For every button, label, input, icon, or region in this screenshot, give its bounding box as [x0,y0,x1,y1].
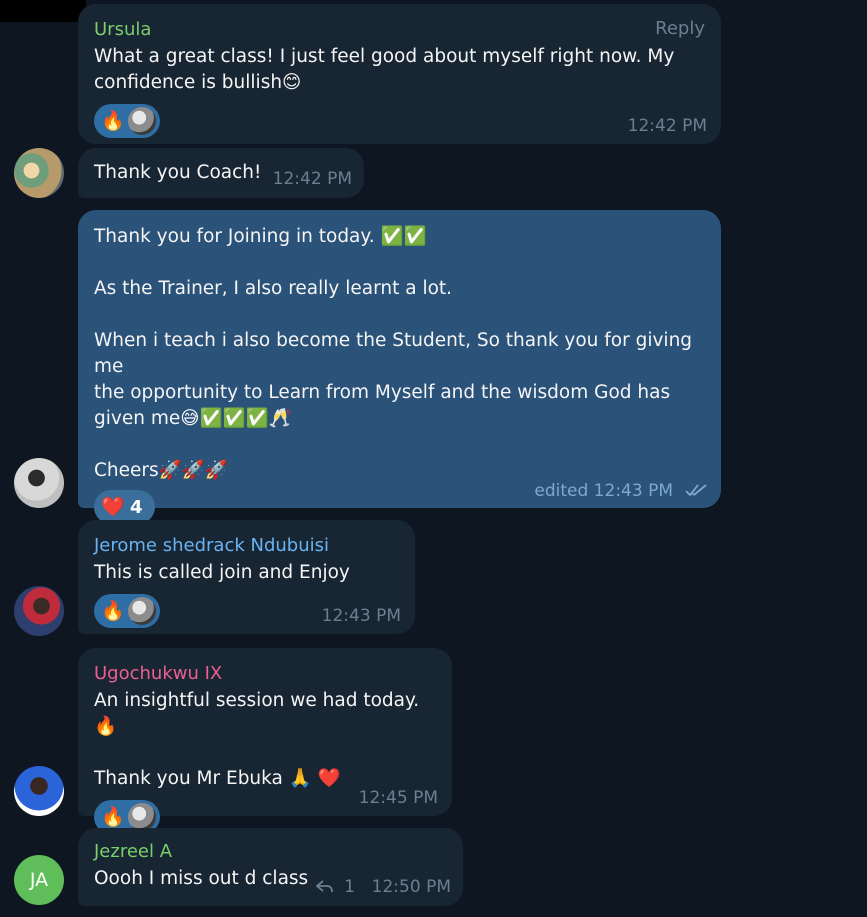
message-bubble[interactable]: Jerome shedrack Ndubuisi This is called … [78,520,415,634]
message-line: An insightful session we had today.🔥 [94,690,420,737]
fire-emoji-icon: 🔥 [101,110,125,132]
message-bubble[interactable]: Thank you Coach! 12:42 PM [78,148,364,198]
sender-name[interactable]: Ursula [94,18,705,42]
message-line: confidence is bullish😊 [94,72,302,93]
message-time: 12:45 PM [358,788,438,808]
message-line-blank [94,250,705,276]
sender-name[interactable]: Jerome shedrack Ndubuisi [94,534,399,558]
reply-arrow-icon [316,880,334,893]
message-line: given me😅✅✅✅🥂 [94,408,292,429]
reaction-fire[interactable]: 🔥 [94,594,160,628]
sender-name[interactable]: Jezreel A [94,840,447,864]
fire-emoji-icon: 🔥 [101,600,125,622]
reply-count: 1 [344,877,355,897]
reactor-avatar [128,107,156,135]
avatar[interactable] [14,148,64,198]
message-line-blank [94,302,705,328]
top-overlay [0,0,86,22]
avatar[interactable] [14,766,64,816]
avatar[interactable] [14,586,64,636]
sender-name[interactable]: Ugochukwu IX [94,662,436,686]
message-bubble[interactable]: Jezreel A Oooh I miss out d class 1 12:5… [78,828,463,906]
reaction-count: 4 [130,496,143,518]
message-line-blank [94,432,705,458]
reactor-avatar [128,597,156,625]
reaction-fire[interactable]: 🔥 [94,104,160,138]
avatar-initials-text: JA [29,869,49,891]
message-time: 12:50 PM [371,877,451,897]
message-text: This is called join and Enjoy [94,562,350,583]
replies-indicator[interactable]: 1 [316,877,355,897]
reactor-avatar [128,803,156,831]
message-line: Thank you for Joining in today. ✅✅ [94,226,427,247]
message-line-blank [94,740,436,766]
message-text: Thank you for Joining in today. ✅✅ As th… [94,224,705,484]
message-text: An insightful session we had today.🔥 Tha… [94,688,436,792]
message-line: the opportunity to Learn from Myself and… [94,382,671,403]
message-line: What a great class! I just feel good abo… [94,46,675,67]
avatar-initials[interactable]: JA [14,855,64,905]
message-time: 12:42 PM [272,169,352,189]
double-check-icon [685,484,707,497]
message-bubble[interactable]: Ugochukwu IX An insightful session we ha… [78,648,452,834]
message-line: As the Trainer, I also really learnt a l… [94,278,453,299]
message-time: edited 12:43 PM [534,481,673,501]
message-text: What a great class! I just feel good abo… [94,44,705,96]
reaction-heart[interactable]: ❤️ 4 [94,490,155,524]
message-bubble-ursula[interactable]: Ursula Reply What a great class! I just … [78,4,721,144]
message-time: 12:43 PM [321,606,401,626]
message-time: 12:42 PM [627,116,707,136]
avatar[interactable] [14,458,64,508]
reactions: 🔥 [94,104,705,138]
heart-emoji-icon: ❤️ [101,496,125,518]
message-bubble-own[interactable]: Thank you for Joining in today. ✅✅ As th… [78,210,721,524]
message-line: When i teach i also become the Student, … [94,330,693,377]
reply-link[interactable]: Reply [655,18,705,39]
